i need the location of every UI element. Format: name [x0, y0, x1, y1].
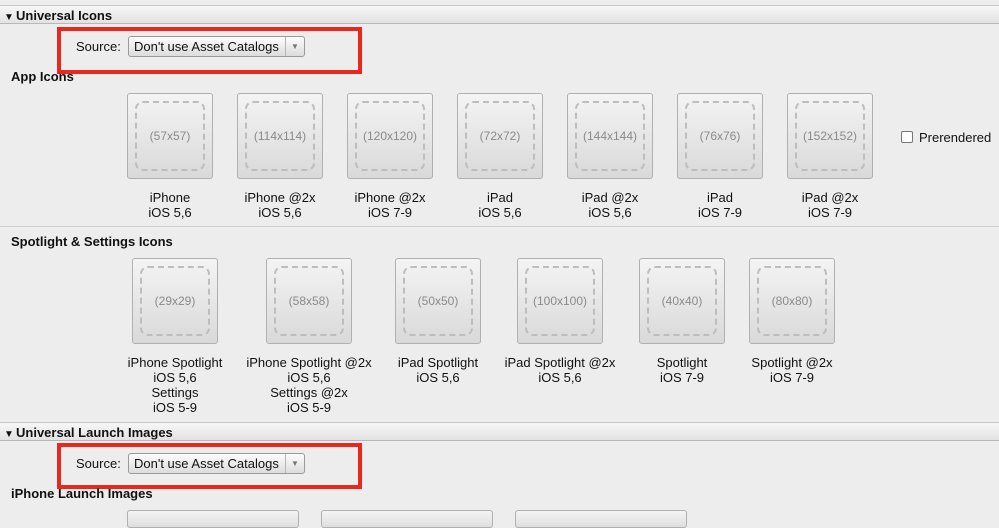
icon-well[interactable]: (114x114)	[237, 93, 323, 179]
icon-well[interactable]: (80x80)	[749, 258, 835, 344]
spotlight-title: Spotlight & Settings Icons	[11, 234, 173, 249]
launch-image-well[interactable]	[127, 510, 299, 528]
launch-image-well[interactable]	[321, 510, 493, 528]
icon-size-label: (152x152)	[795, 101, 865, 171]
highlight-box	[57, 443, 362, 489]
prerendered-checkbox[interactable]: Prerendered	[901, 130, 991, 145]
icon-size-label: (58x58)	[274, 266, 344, 336]
icon-size-label: (40x40)	[647, 266, 717, 336]
icon-size-label: (80x80)	[757, 266, 827, 336]
icon-well[interactable]: (50x50)	[395, 258, 481, 344]
icon-size-label: (76x76)	[685, 101, 755, 171]
disclosure-triangle-icon[interactable]: ▼	[4, 8, 16, 27]
icon-caption: Spotlight @2x iOS 7-9	[751, 355, 833, 385]
checkbox-icon[interactable]	[901, 131, 913, 143]
divider	[0, 226, 999, 227]
prerendered-label: Prerendered	[919, 130, 992, 145]
icon-well[interactable]: (29x29)	[132, 258, 218, 344]
universal-icons-title: Universal Icons	[16, 8, 113, 23]
universal-launch-header[interactable]: ▼ Universal Launch Images	[0, 422, 999, 441]
universal-icons-header[interactable]: ▼ Universal Icons	[0, 5, 999, 24]
icon-well[interactable]: (58x58)	[266, 258, 352, 344]
iphone-launch-title: iPhone Launch Images	[11, 486, 153, 501]
icon-well[interactable]: (76x76)	[677, 93, 763, 179]
icon-well[interactable]: (120x120)	[347, 93, 433, 179]
universal-launch-title: Universal Launch Images	[16, 425, 173, 440]
icon-size-label: (100x100)	[525, 266, 595, 336]
icon-size-label: (72x72)	[465, 101, 535, 171]
icon-well[interactable]: (144x144)	[567, 93, 653, 179]
icon-well[interactable]: (72x72)	[457, 93, 543, 179]
icon-size-label: (29x29)	[140, 266, 210, 336]
disclosure-triangle-icon[interactable]: ▼	[4, 425, 16, 444]
icon-size-label: (144x144)	[575, 101, 645, 171]
app-icons-title: App Icons	[11, 69, 74, 84]
icon-size-label: (57x57)	[135, 101, 205, 171]
highlight-box	[57, 27, 362, 74]
icon-size-label: (120x120)	[355, 101, 425, 171]
icon-size-label: (114x114)	[245, 101, 315, 171]
icon-well[interactable]: (100x100)	[517, 258, 603, 344]
icon-caption: iPad @2x iOS 7-9	[801, 190, 859, 220]
icon-well[interactable]: (152x152)	[787, 93, 873, 179]
icon-well[interactable]: (57x57)	[127, 93, 213, 179]
icon-size-label: (50x50)	[403, 266, 473, 336]
icon-well[interactable]: (40x40)	[639, 258, 725, 344]
launch-image-well[interactable]	[515, 510, 687, 528]
